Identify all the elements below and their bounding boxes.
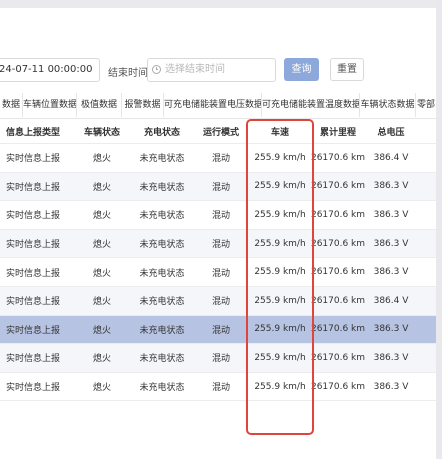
- cell-vehicle-status: 熄火: [92, 154, 111, 165]
- tab-storage-voltage[interactable]: 可充电储能装置电压数据: [164, 93, 262, 117]
- cell-report-type: 实时信息上报: [5, 268, 60, 279]
- cell-report-type: 实时信息上报: [5, 354, 60, 365]
- cell-report-type: 实时信息上报: [5, 240, 60, 251]
- cell-mileage: 26170.6 km: [310, 324, 366, 335]
- cell-charging-status: 未充电状态: [139, 268, 185, 279]
- cell-total-voltage: 386.3 V: [373, 324, 409, 335]
- end-time-input[interactable]: 选择结束时间: [147, 58, 276, 82]
- cell-run-mode: 混动: [211, 325, 230, 336]
- tab-alarms[interactable]: 报警数据: [122, 93, 164, 117]
- cell-run-mode: 混动: [211, 182, 230, 193]
- cell-mileage: 26170.6 km: [310, 209, 366, 220]
- cell-total-voltage: 386.4 V: [373, 152, 409, 163]
- table-row[interactable]: 实时信息上报 熄火 未充电状态 混动 255.9 km/h 26170.6 km 386.4…: [0, 286, 436, 316]
- cell-total-voltage: 386.3 V: [373, 352, 409, 363]
- table-row[interactable]: 实时信息上报 熄火 未充电状态 混动 255.9 km/h 26170.6 km 386.3…: [0, 172, 436, 202]
- cell-mileage: 26170.6 km: [310, 152, 366, 163]
- cell-vehicle-status: 熄火: [92, 297, 111, 308]
- tab-storage-temperature[interactable]: 可充电储能装置温度数据: [262, 93, 360, 117]
- query-button[interactable]: 查询: [284, 58, 319, 81]
- cell-vehicle-status: 熄火: [92, 268, 111, 279]
- tab-extreme-values[interactable]: 极值数据: [77, 93, 122, 117]
- cell-charging-status: 未充电状态: [139, 211, 185, 222]
- data-table: 信息上报类型 车辆状态 充电状态 运行模式 车速 累计里程 总电压 实时信息上报…: [0, 119, 436, 402]
- cell-total-voltage: 386.3 V: [373, 209, 409, 220]
- cell-run-mode: 混动: [211, 268, 230, 279]
- window-right-edge: [436, 0, 442, 459]
- cell-total-voltage: 386.3 V: [373, 267, 409, 278]
- cell-report-type: 实时信息上报: [5, 383, 60, 394]
- table-row[interactable]: 实时信息上报 熄火 未充电状态 混动 255.9 km/h 26170.6 km 386.3…: [0, 258, 436, 287]
- cell-run-mode: 混动: [211, 154, 230, 165]
- end-time-placeholder: 选择结束时间: [165, 64, 225, 75]
- end-time-label: 结束时间: [108, 68, 148, 79]
- cell-total-voltage: 386.4 V: [373, 295, 409, 306]
- tab-data[interactable]: 数据: [0, 93, 23, 117]
- cell-mileage: 26170.6 km: [310, 295, 366, 306]
- reset-button[interactable]: 重置: [330, 58, 364, 81]
- cell-run-mode: 混动: [211, 297, 230, 308]
- start-time-input[interactable]: 24-07-11 00:00:00: [0, 58, 100, 82]
- cell-vehicle-status: 熄火: [92, 325, 111, 336]
- cell-mileage: 26170.6 km: [310, 238, 366, 249]
- table-row[interactable]: 实时信息上报 熄火 未充电状态 混动 255.9 km/h 26170.6 km 386.3…: [0, 344, 436, 373]
- cell-total-voltage: 386.3 V: [373, 181, 409, 192]
- table-row[interactable]: 实时信息上报 熄火 未充电状态 混动 255.9 km/h 26170.6 km 386.3…: [0, 315, 436, 345]
- speed-column-highlight: [246, 119, 314, 435]
- table-row[interactable]: 实时信息上报 熄火 未充电状态 混动 255.9 km/h 26170.6 km 386.3…: [0, 373, 436, 402]
- clock-icon: [152, 65, 161, 74]
- table-row[interactable]: 实时信息上报 熄火 未充电状态 混动 255.9 km/h 26170.6 km 386.4…: [0, 144, 436, 173]
- table-header: 信息上报类型 车辆状态 充电状态 运行模式 车速 累计里程 总电压: [0, 119, 436, 144]
- cell-run-mode: 混动: [211, 354, 230, 365]
- cell-run-mode: 混动: [211, 240, 230, 251]
- table-row[interactable]: 实时信息上报 熄火 未充电状态 混动 255.9 km/h 26170.6 km 386.3…: [0, 201, 436, 230]
- header-mileage: 累计里程: [319, 127, 356, 138]
- tab-vehicle-position[interactable]: 车辆位置数据: [23, 93, 77, 117]
- cell-report-type: 实时信息上报: [5, 154, 60, 165]
- cell-report-type: 实时信息上报: [5, 297, 60, 308]
- header-total-voltage: 总电压: [377, 127, 405, 138]
- header-run-mode: 运行模式: [202, 127, 239, 138]
- cell-run-mode: 混动: [211, 211, 230, 222]
- cell-vehicle-status: 熄火: [92, 383, 111, 394]
- tab-vehicle-status[interactable]: 车辆状态数据: [360, 93, 416, 117]
- cell-vehicle-status: 熄火: [92, 211, 111, 222]
- cell-charging-status: 未充电状态: [139, 354, 185, 365]
- cell-report-type: 实时信息上报: [5, 325, 60, 336]
- cell-mileage: 26170.6 km: [310, 381, 366, 392]
- cell-charging-status: 未充电状态: [139, 182, 185, 193]
- cell-charging-status: 未充电状态: [139, 154, 185, 165]
- header-charging-status: 充电状态: [143, 127, 180, 138]
- cell-total-voltage: 386.3 V: [373, 381, 409, 392]
- cell-charging-status: 未充电状态: [139, 240, 185, 251]
- cell-charging-status: 未充电状态: [139, 325, 185, 336]
- table-row[interactable]: 实时信息上报 熄火 未充电状态 混动 255.9 km/h 26170.6 km 386.3…: [0, 229, 436, 259]
- table-body: 实时信息上报 熄火 未充电状态 混动 255.9 km/h 26170.6 km 386.4…: [0, 144, 436, 402]
- cell-run-mode: 混动: [211, 383, 230, 394]
- cell-vehicle-status: 熄火: [92, 354, 111, 365]
- cell-mileage: 26170.6 km: [310, 267, 366, 278]
- data-type-tabs: 数据 车辆位置数据 极值数据 报警数据 可充电储能装置电压数据 可充电储能装置温…: [0, 93, 442, 119]
- window-top-edge: [0, 0, 442, 8]
- cell-report-type: 实时信息上报: [5, 182, 60, 193]
- cell-mileage: 26170.6 km: [310, 352, 366, 363]
- cell-charging-status: 未充电状态: [139, 383, 185, 394]
- cell-mileage: 26170.6 km: [310, 181, 366, 192]
- cell-total-voltage: 386.3 V: [373, 238, 409, 249]
- cell-report-type: 实时信息上报: [5, 211, 60, 222]
- cell-vehicle-status: 熄火: [92, 182, 111, 193]
- header-vehicle-status: 车辆状态: [83, 127, 120, 138]
- cell-vehicle-status: 熄火: [92, 240, 111, 251]
- tab-components[interactable]: 零部: [416, 93, 436, 117]
- header-report-type: 信息上报类型: [5, 127, 60, 138]
- cell-charging-status: 未充电状态: [139, 297, 185, 308]
